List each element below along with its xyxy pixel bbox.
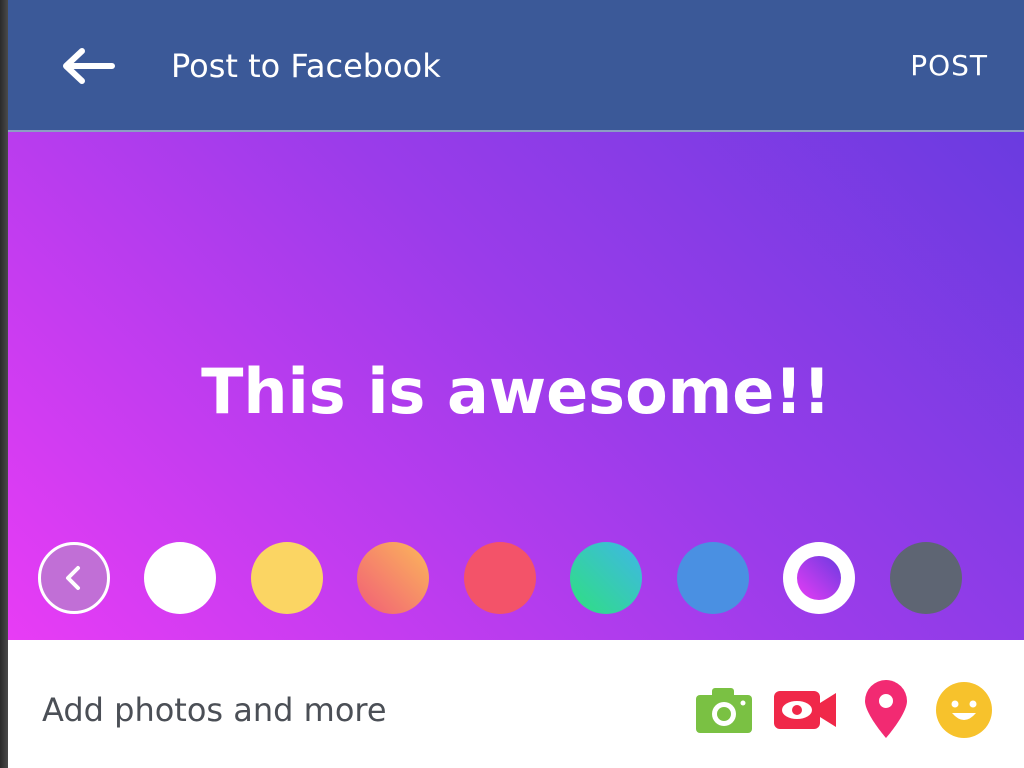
status-composer-area[interactable]: This is awesome!! <box>8 132 1024 640</box>
add-photo-button[interactable] <box>692 680 756 740</box>
background-swatch-purple-gradient-selected[interactable] <box>783 542 855 614</box>
add-photos-and-more-link[interactable]: Add photos and more <box>42 688 387 732</box>
attachments-bar: Add photos and more <box>8 640 1024 768</box>
background-swatch-teal-gradient[interactable] <box>570 542 642 614</box>
live-video-button[interactable] <box>770 680 840 740</box>
top-app-bar: Post to Facebook POST <box>8 0 1024 132</box>
status-text[interactable]: This is awesome!! <box>8 350 1024 434</box>
post-button[interactable]: POST <box>910 44 988 88</box>
camera-icon <box>696 688 752 733</box>
post-composer-screen: Post to Facebook POST This is awesome!! … <box>8 0 1024 768</box>
background-swatch-red[interactable] <box>464 542 536 614</box>
chevron-left-icon <box>66 566 80 590</box>
collapse-backgrounds-button[interactable] <box>38 542 110 614</box>
background-swatch-orange-gradient[interactable] <box>357 542 429 614</box>
feeling-activity-button[interactable] <box>932 680 996 740</box>
selected-swatch-inner <box>797 556 841 600</box>
background-swatch-blue[interactable] <box>677 542 749 614</box>
page-title: Post to Facebook <box>171 47 441 85</box>
background-swatch-yellow[interactable] <box>251 542 323 614</box>
back-button[interactable] <box>48 30 128 102</box>
location-pin-icon <box>865 680 907 738</box>
background-swatch-white[interactable] <box>144 542 216 614</box>
device-edge <box>0 0 8 768</box>
check-in-button[interactable] <box>854 680 918 740</box>
live-video-icon <box>774 691 836 729</box>
feeling-smile-icon <box>936 682 992 738</box>
arrow-left-icon <box>63 48 115 84</box>
background-swatch-gray[interactable] <box>890 542 962 614</box>
background-picker <box>38 542 1018 614</box>
